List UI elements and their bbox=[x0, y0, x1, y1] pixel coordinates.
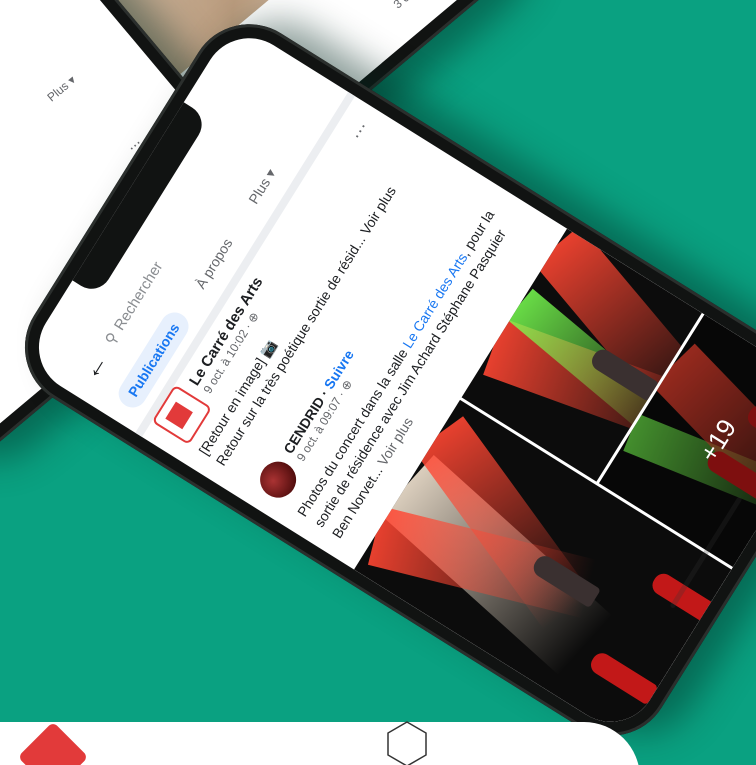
search-icon: ⚲ bbox=[101, 329, 123, 348]
tab-more[interactable]: Plus ▾ bbox=[44, 73, 78, 105]
back-arrow-icon[interactable]: ← bbox=[74, 347, 114, 385]
performer bbox=[648, 569, 720, 626]
footer-card bbox=[0, 721, 640, 765]
promo-canvas: 3 commentaires Plus ▾ ... ← ⚲ Rechercher… bbox=[0, 0, 756, 765]
partner-logo-icon bbox=[387, 721, 427, 765]
comments-count[interactable]: 3 commentaires bbox=[391, 0, 465, 11]
more-options-icon[interactable]: ··· bbox=[346, 117, 373, 143]
brand-logo-icon bbox=[17, 721, 89, 765]
performer bbox=[587, 649, 659, 706]
shared-author-avatar[interactable] bbox=[253, 454, 303, 505]
